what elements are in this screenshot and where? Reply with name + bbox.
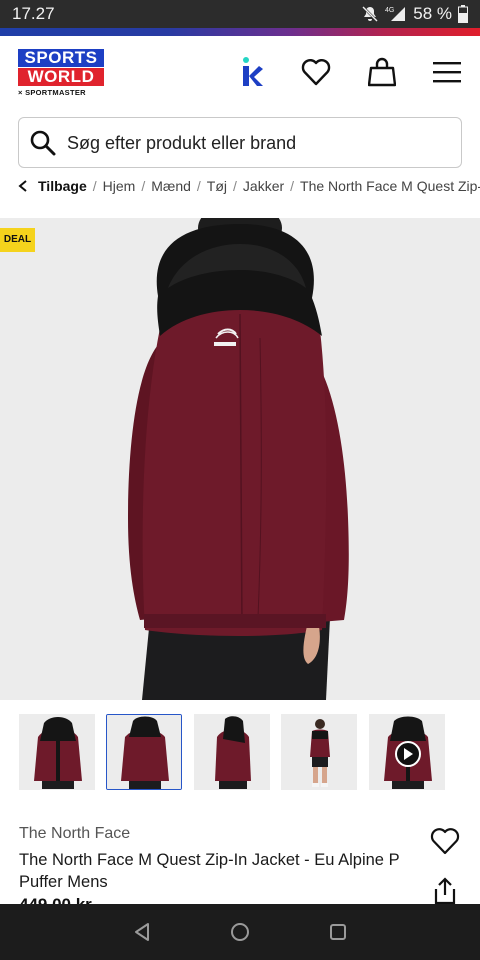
sportsworld-logo[interactable]: SPORTS WORLD × SPORTMASTER — [18, 49, 104, 97]
search-box — [18, 117, 462, 168]
deal-badge: DEAL — [0, 228, 35, 252]
thumbnail-4[interactable] — [281, 714, 357, 790]
chevron-left-icon — [18, 180, 27, 192]
thumbnail-strip — [0, 712, 480, 792]
thumbnail-3[interactable] — [194, 714, 270, 790]
breadcrumb-item-home[interactable]: Hjem — [103, 178, 136, 194]
status-time: 17.27 — [12, 4, 55, 23]
battery-icon — [458, 5, 468, 23]
svg-text:4G: 4G — [385, 7, 394, 14]
favorite-heart-icon[interactable] — [428, 824, 462, 858]
product-title: The North Face M Quest Zip-In Jacket - E… — [19, 851, 400, 891]
breadcrumb-item-clothing[interactable]: Tøj — [207, 178, 227, 194]
thumbnail-1[interactable] — [19, 714, 95, 790]
brand-stripe — [0, 28, 480, 36]
home-nav-icon[interactable] — [228, 920, 252, 944]
menu-icon[interactable] — [429, 54, 465, 90]
breadcrumb-item-men[interactable]: Mænd — [151, 178, 191, 194]
status-bar: 17.27 4G 58 % — [0, 0, 480, 28]
share-icon[interactable] — [430, 876, 460, 906]
status-icons: 4G 58 % — [361, 4, 468, 24]
logo-line2: WORLD — [18, 68, 104, 86]
search-input[interactable] — [67, 126, 447, 160]
back-label: Tilbage — [38, 178, 87, 194]
product-price: 449,00 kr. — [19, 895, 96, 904]
heart-icon[interactable] — [298, 54, 334, 90]
back-link[interactable]: Tilbage — [18, 178, 87, 194]
logo-line1: SPORTS — [18, 49, 104, 67]
logo-sub: × SPORTMASTER — [18, 88, 86, 97]
back-nav-icon[interactable] — [130, 920, 154, 944]
play-icon[interactable] — [395, 741, 421, 767]
search-icon[interactable] — [29, 129, 57, 162]
signal-icon: 4G — [385, 7, 406, 21]
product-main-image[interactable] — [0, 218, 480, 700]
thumbnail-5-video[interactable] — [369, 714, 445, 790]
recents-nav-icon[interactable] — [326, 920, 350, 944]
bag-icon[interactable] — [364, 54, 400, 90]
site-header: SPORTS WORLD × SPORTMASTER — [0, 36, 480, 110]
klarna-icon[interactable] — [234, 54, 270, 90]
breadcrumb: Tilbage / Hjem / Mænd / Tøj / Jakker / T… — [0, 176, 480, 200]
product-brand[interactable]: The North Face — [19, 825, 130, 843]
mute-icon — [362, 6, 379, 22]
battery-percent: 58 % — [413, 4, 452, 23]
breadcrumb-item-jackets[interactable]: Jakker — [243, 178, 284, 194]
system-nav-bar — [0, 904, 480, 960]
breadcrumb-item-product: The North Face M Quest Zip-In Jacket — [300, 178, 480, 194]
thumbnail-2[interactable] — [106, 714, 182, 790]
